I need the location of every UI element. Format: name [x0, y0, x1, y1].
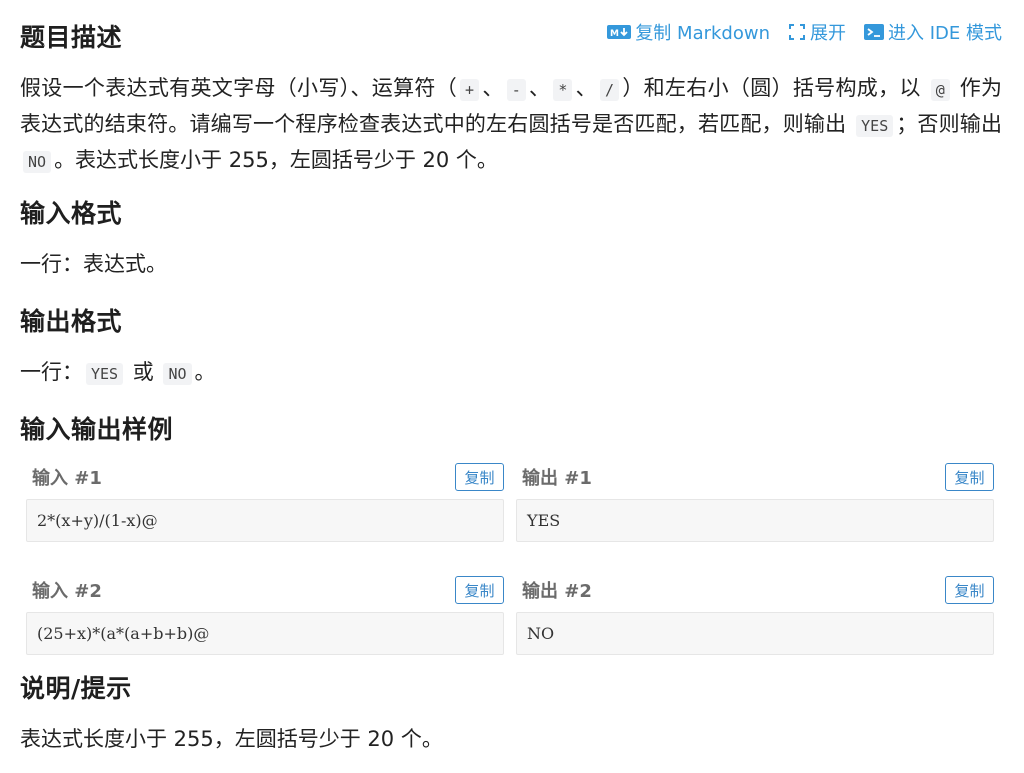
- ide-mode-label: 进入 IDE 模式: [888, 23, 1002, 44]
- desc-sep: 、: [575, 76, 597, 100]
- code-mul: *: [553, 79, 573, 101]
- desc-text: 。表达式长度小于 255，左圆括号少于 20 个。: [54, 148, 498, 172]
- code-yes: YES: [856, 115, 894, 137]
- markdown-icon: M: [607, 24, 632, 40]
- code-no: NO: [163, 363, 192, 385]
- output-or: 或: [132, 360, 154, 384]
- code-plus: +: [460, 79, 480, 101]
- code-div: /: [600, 79, 620, 101]
- sample-input-title: 输入 #2: [32, 581, 102, 602]
- output-format-text: 一行： YES 或 NO。: [20, 355, 216, 391]
- toolbar: M 复制 Markdown 展开 进入 IDE 模式: [607, 19, 1002, 45]
- terminal-icon: [864, 23, 884, 41]
- section-title-input-format: 输入格式: [20, 199, 123, 228]
- sample-output-title: 输出 #1: [522, 468, 592, 489]
- output-end: 。: [194, 360, 216, 384]
- section-title-hint: 说明/提示: [20, 674, 132, 703]
- expand-button[interactable]: 展开: [788, 19, 846, 45]
- description-paragraph: 假设一个表达式有英文字母（小写）、运算符（ +、 -、 *、 / ）和左右小（圆）括号构成…: [20, 71, 1002, 179]
- desc-sep: 、: [482, 76, 504, 100]
- expand-label: 展开: [810, 23, 846, 44]
- output-text: 一行：: [20, 360, 83, 384]
- code-yes: YES: [86, 363, 124, 385]
- copy-markdown-label: 复制 Markdown: [635, 23, 770, 44]
- desc-text: ）和左右小（圆）括号构成，以: [622, 76, 921, 100]
- sample-input-title: 输入 #1: [32, 468, 102, 489]
- sample-output-2: 输出 #2 复制 NO: [516, 574, 994, 655]
- copy-button[interactable]: 复制: [455, 463, 504, 491]
- sample-input-box[interactable]: (25+x)*(a*(a+b+b)@: [26, 612, 504, 655]
- desc-sep: 、: [528, 76, 551, 100]
- svg-text:M: M: [610, 29, 619, 39]
- code-minus: -: [506, 79, 526, 101]
- ide-mode-button[interactable]: 进入 IDE 模式: [864, 19, 1002, 45]
- copy-button[interactable]: 复制: [945, 463, 994, 491]
- sample-input-2: 输入 #2 复制 (25+x)*(a*(a+b+b)@: [26, 574, 504, 655]
- section-title-samples: 输入输出样例: [20, 415, 174, 444]
- hint-text: 表达式长度小于 255，左圆括号少于 20 个。: [20, 727, 443, 751]
- copy-markdown-button[interactable]: M 复制 Markdown: [607, 19, 770, 45]
- sample-input-box[interactable]: 2*(x+y)/(1-x)@: [26, 499, 504, 542]
- input-format-text: 一行：表达式。: [20, 252, 167, 276]
- code-no: NO: [23, 151, 52, 173]
- desc-text: 假设一个表达式有英文字母（小写）、运算符（: [20, 76, 458, 100]
- section-title-description: 题目描述: [20, 23, 123, 52]
- copy-button[interactable]: 复制: [945, 576, 994, 604]
- sample-output-1: 输出 #1 复制 YES: [516, 461, 994, 542]
- sample-output-title: 输出 #2: [522, 581, 592, 602]
- section-title-output-format: 输出格式: [20, 307, 123, 336]
- sample-input-1: 输入 #1 复制 2*(x+y)/(1-x)@: [26, 461, 504, 542]
- desc-text: ；否则输出: [896, 112, 1002, 136]
- expand-icon: [788, 23, 806, 41]
- sample-output-box[interactable]: NO: [516, 612, 994, 655]
- code-at: @: [930, 79, 950, 101]
- copy-button[interactable]: 复制: [455, 576, 504, 604]
- sample-output-box[interactable]: YES: [516, 499, 994, 542]
